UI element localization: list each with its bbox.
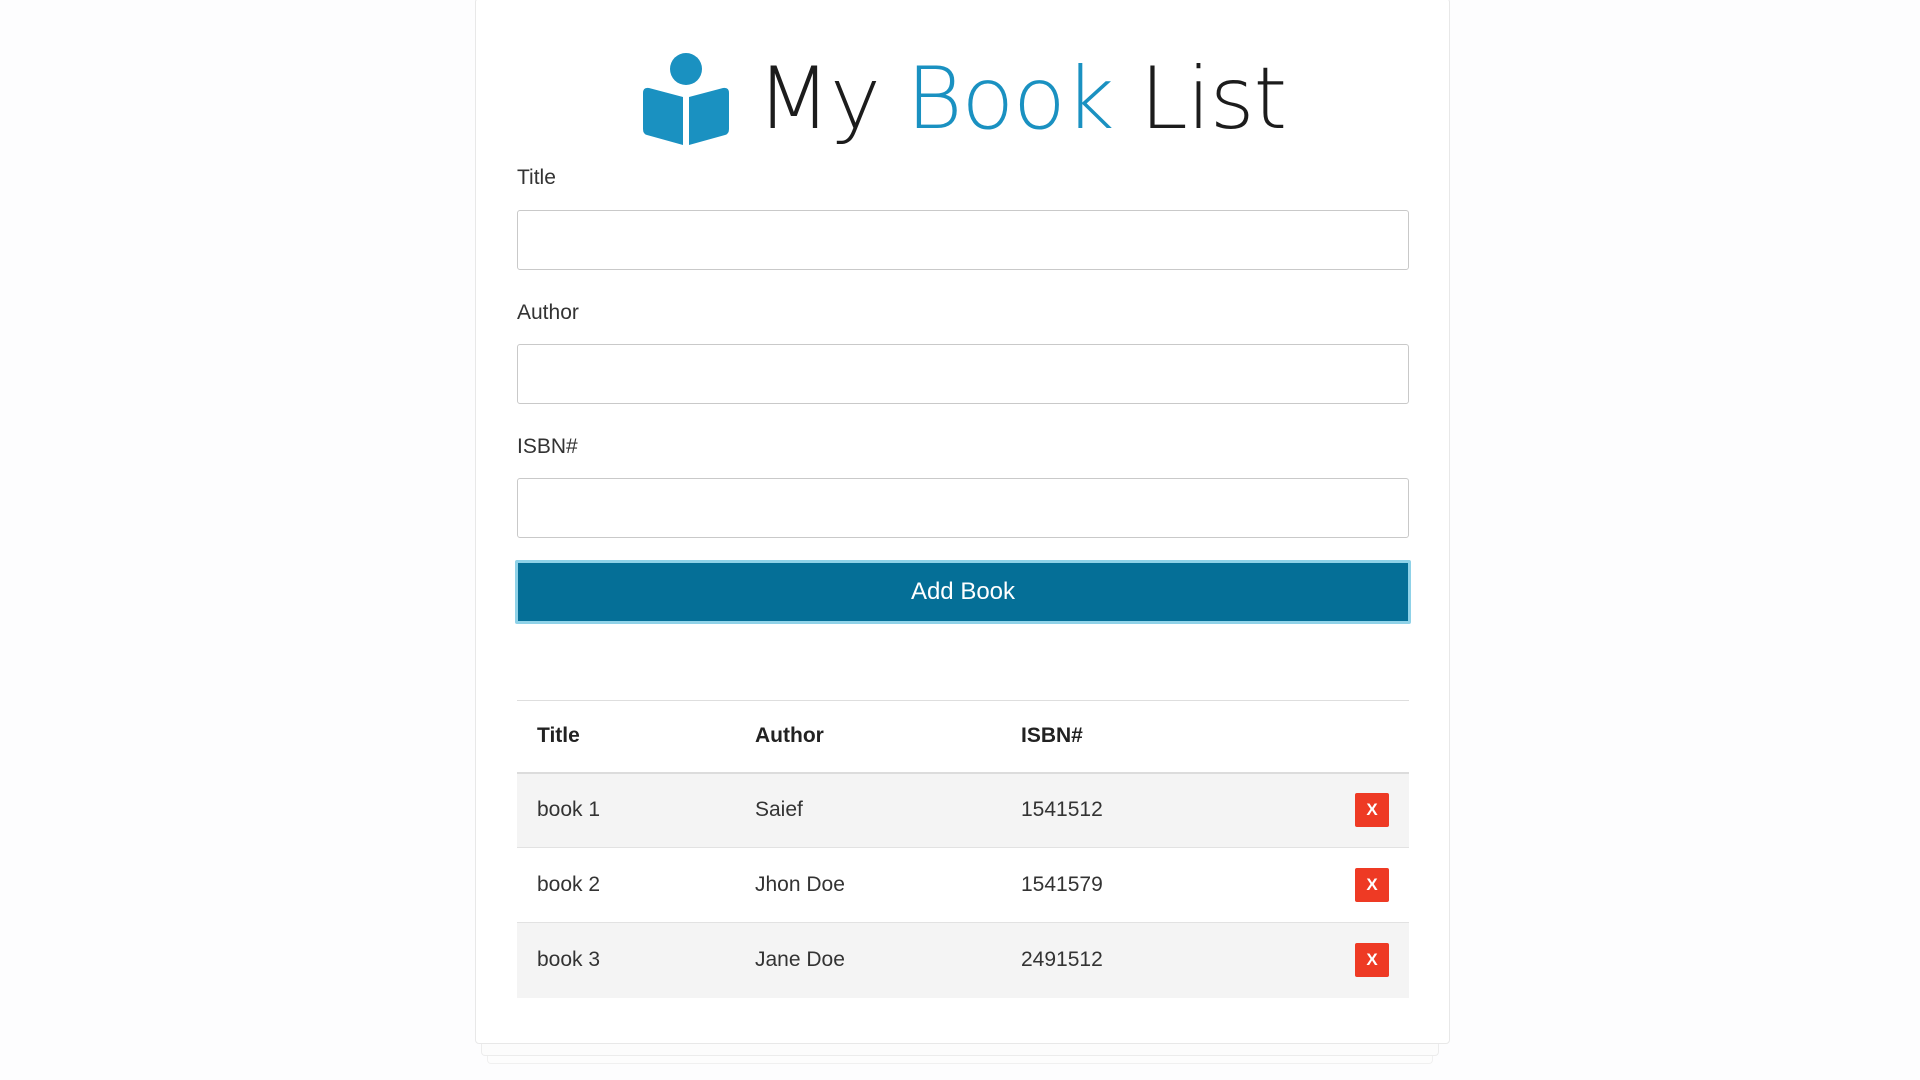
reading-person-book-icon: [642, 53, 729, 145]
app-header: My Book List: [476, 39, 1449, 159]
table-row: book 1 Saief 1541512 X: [517, 772, 1409, 848]
author-label: Author: [517, 301, 579, 324]
table-row: book 2 Jhon Doe 1541579 X: [517, 848, 1409, 923]
book-title-cell: book 2: [537, 873, 601, 896]
book-title-cell: book 1: [537, 798, 601, 822]
book-author-cell: Saief: [755, 798, 803, 822]
book-table: Title Author ISBN# book 1 Saief 1541512 …: [517, 700, 1409, 998]
page-title: My Book List: [756, 49, 1287, 149]
page: My Book List Title Author ISBN# Add Book…: [0, 0, 1920, 1080]
delete-cell: X: [1301, 848, 1409, 923]
table-header-row: Title Author ISBN#: [517, 700, 1409, 773]
book-isbn-cell: 1541512: [1021, 798, 1103, 822]
delete-cell: X: [1301, 773, 1409, 848]
delete-book-button[interactable]: X: [1355, 868, 1389, 902]
isbn-label: ISBN#: [517, 435, 578, 458]
column-header-title: Title: [537, 724, 580, 748]
delete-book-button[interactable]: X: [1355, 793, 1389, 828]
column-header-author: Author: [755, 724, 824, 748]
isbn-input[interactable]: [517, 478, 1409, 538]
book-author-cell: Jane Doe: [755, 948, 845, 972]
title-part-book: Book: [906, 49, 1114, 149]
book-list-card: My Book List Title Author ISBN# Add Book…: [475, 0, 1450, 1044]
title-part-my: My: [756, 49, 907, 149]
table-row: book 3 Jane Doe 2491512 X: [517, 922, 1409, 998]
column-header-actions: [1301, 701, 1409, 773]
column-header-isbn: ISBN#: [1021, 724, 1083, 748]
delete-cell: X: [1301, 923, 1409, 998]
book-isbn-cell: 2491512: [1021, 948, 1103, 972]
add-book-button[interactable]: Add Book: [515, 560, 1411, 624]
book-title-cell: book 3: [537, 948, 601, 972]
title-input[interactable]: [517, 210, 1409, 270]
title-label: Title: [517, 166, 556, 189]
title-part-list: List: [1113, 49, 1287, 149]
delete-book-button[interactable]: X: [1355, 943, 1389, 978]
book-author-cell: Jhon Doe: [755, 873, 845, 896]
author-input[interactable]: [517, 344, 1409, 404]
book-isbn-cell: 1541579: [1021, 873, 1103, 896]
